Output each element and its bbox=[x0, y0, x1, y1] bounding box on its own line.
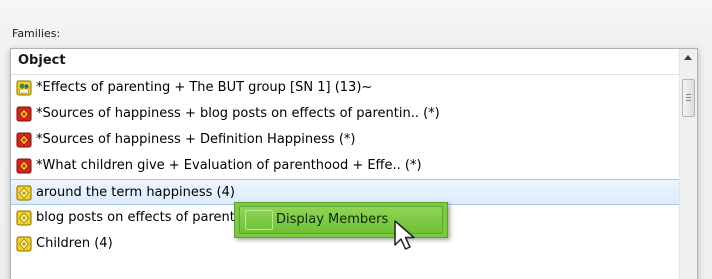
display-members-label: Display Members bbox=[276, 212, 389, 227]
families-window: Families: Object *Effects of parenting +… bbox=[0, 0, 712, 279]
list-item-label: Children (4) bbox=[36, 236, 113, 251]
list-item-label: *Sources of happiness + blog posts on ef… bbox=[36, 106, 440, 121]
red-code-family-icon bbox=[16, 158, 32, 174]
list-item[interactable]: *Sources of happiness + Definition Happi… bbox=[11, 127, 679, 153]
families-list[interactable]: Object *Effects of parenting + The BUT g… bbox=[10, 48, 698, 279]
mouse-cursor-icon bbox=[394, 220, 415, 250]
yellow-code-family-icon bbox=[16, 210, 32, 226]
column-header-object[interactable]: Object bbox=[11, 49, 679, 75]
red-code-family-icon bbox=[16, 106, 32, 122]
list-item-label: *Effects of parenting + The BUT group [S… bbox=[36, 80, 373, 95]
family-group-icon bbox=[16, 80, 32, 96]
column-header-label: Object bbox=[18, 53, 66, 68]
list-item-label: *Sources of happiness + Definition Happi… bbox=[36, 132, 356, 147]
list-item-label: *What children give + Evaluation of pare… bbox=[36, 158, 422, 173]
families-label: Families: bbox=[12, 27, 61, 40]
list-item-label: around the term happiness (4) bbox=[36, 185, 235, 200]
menu-item-icon-area bbox=[245, 210, 273, 230]
scroll-up-arrow-icon[interactable] bbox=[684, 55, 692, 60]
red-code-family-icon bbox=[16, 132, 32, 148]
list-item[interactable]: *Effects of parenting + The BUT group [S… bbox=[11, 75, 679, 101]
vertical-scrollbar[interactable] bbox=[679, 49, 697, 279]
yellow-code-family-icon bbox=[16, 236, 32, 252]
list-item[interactable]: *What children give + Evaluation of pare… bbox=[11, 153, 679, 179]
list-item[interactable]: *Sources of happiness + blog posts on ef… bbox=[11, 101, 679, 127]
scrollbar-thumb[interactable] bbox=[682, 79, 695, 117]
yellow-code-family-icon bbox=[16, 185, 32, 201]
